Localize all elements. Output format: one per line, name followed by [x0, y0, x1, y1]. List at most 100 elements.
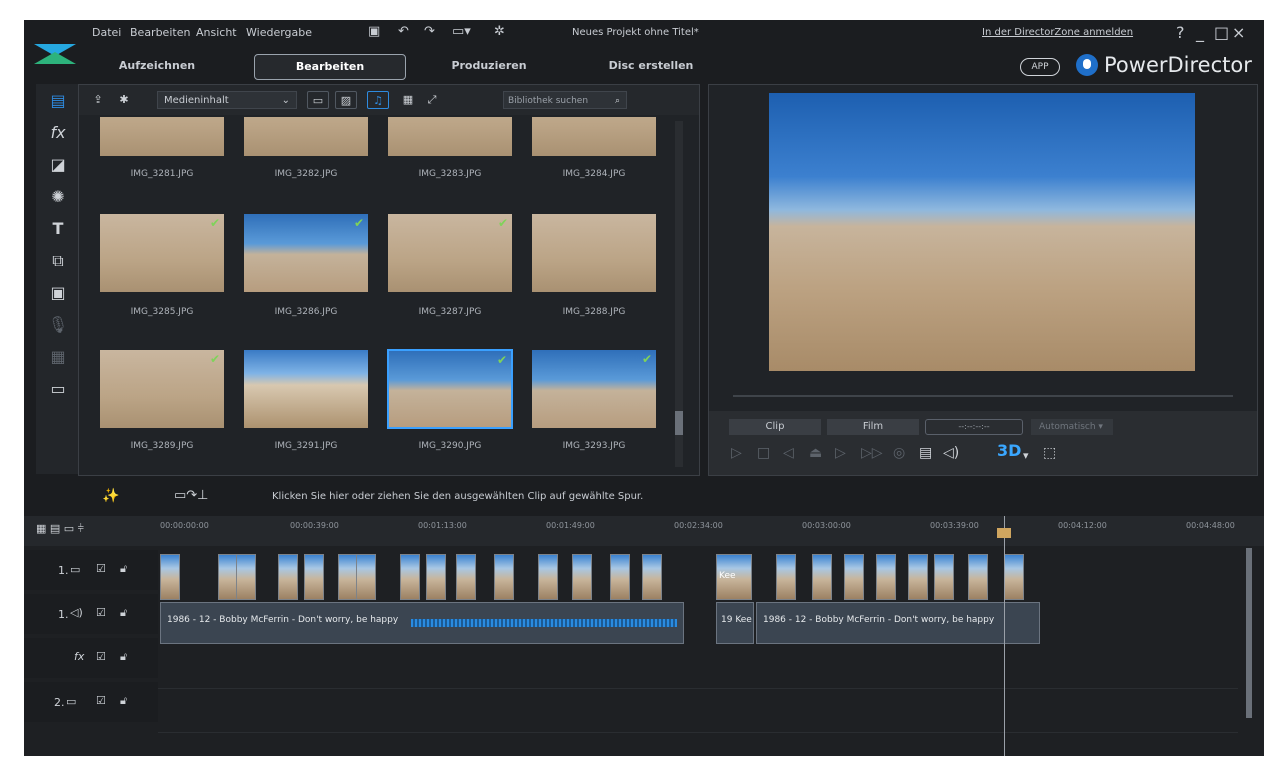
directorzone-login-link[interactable]: In der DirectorZone anmelden [982, 27, 1133, 38]
video-clip[interactable] [426, 554, 446, 600]
particle-room-icon[interactable]: ✺ [46, 186, 70, 208]
preview-tab-clip[interactable]: Clip [729, 419, 821, 435]
media-thumbnail[interactable] [531, 117, 657, 157]
video-clip[interactable] [304, 554, 324, 600]
title-room-icon[interactable]: T [46, 218, 70, 240]
library-scrollbar[interactable] [675, 121, 683, 467]
video-clip[interactable] [538, 554, 558, 600]
menu-playback[interactable]: Wiedergabe [246, 26, 312, 39]
close-button[interactable]: × [1232, 23, 1245, 42]
minimize-button[interactable]: _ [1196, 23, 1204, 42]
video-clip[interactable] [812, 554, 832, 600]
step-back-icon[interactable]: ⏏ [809, 445, 822, 461]
3d-mode-dropdown-icon[interactable]: ▾ [1023, 449, 1029, 462]
lock-icon[interactable]: 🔓︎ [120, 562, 127, 576]
track-enable-checkbox[interactable]: ☑ [96, 606, 106, 619]
3d-mode-icon[interactable]: 3D [997, 441, 1021, 460]
fast-forward-icon[interactable]: ▷▷ [861, 445, 883, 461]
media-thumbnail[interactable] [243, 117, 369, 157]
menu-file[interactable]: Datei [92, 26, 121, 39]
video-clip[interactable] [844, 554, 864, 600]
video-clip[interactable] [456, 554, 476, 600]
playhead-handle[interactable] [997, 528, 1011, 538]
undo-icon[interactable]: ↶ [398, 24, 409, 39]
filter-image-icon[interactable]: ▨ [335, 91, 357, 109]
effect-track-row[interactable] [158, 646, 1238, 689]
audio-clip[interactable]: 1986 - 12 - Bobby McFerrin - Don't worry… [160, 602, 684, 644]
track-enable-checkbox[interactable]: ☑ [96, 650, 106, 663]
plugins-icon[interactable]: ✱ [113, 91, 135, 109]
media-thumbnail[interactable]: ✔ [387, 349, 513, 429]
timeline-ruler[interactable]: ▦ ▤ ▭ ⫩ 00:00:00:00 00:00:39:00 00:01:13… [24, 516, 1264, 546]
audio-mixing-room-icon[interactable]: ▣ [46, 282, 70, 304]
video-track-row[interactable]: Kee [158, 550, 1238, 600]
menu-edit[interactable]: Bearbeiten [130, 26, 190, 39]
video-clip[interactable]: Kee [716, 554, 752, 600]
timecode-display[interactable]: --:--:--:-- [925, 419, 1023, 435]
timeline-scrollbar[interactable] [1246, 548, 1252, 718]
video-clip[interactable] [400, 554, 420, 600]
redo-icon[interactable]: ↷ [424, 24, 435, 39]
auto-select-dropdown[interactable]: Automatisch ▾ [1031, 419, 1113, 435]
tab-capture[interactable]: Aufzeichnen [82, 54, 232, 78]
search-icon[interactable]: ⌕ [615, 92, 620, 110]
stop-icon[interactable]: □ [757, 445, 770, 461]
media-thumbnail[interactable]: ✔ [99, 349, 225, 429]
tab-create-disc[interactable]: Disc erstellen [576, 54, 726, 78]
library-search-input[interactable]: Bibliothek suchen ⌕ [503, 91, 627, 109]
video-clip[interactable] [236, 554, 256, 600]
play-icon[interactable]: ▷ [731, 445, 742, 461]
display-icon[interactable]: ▭▾ [452, 24, 471, 39]
video-clip[interactable] [610, 554, 630, 600]
expand-icon[interactable]: ⤢ [421, 91, 443, 109]
media-thumbnail[interactable] [387, 117, 513, 157]
effect-room-icon[interactable]: fx [46, 122, 70, 144]
video-clip[interactable] [218, 554, 238, 600]
video-clip[interactable] [1004, 554, 1024, 600]
audio-clip[interactable]: 19 Kee [716, 602, 754, 644]
media-content-select[interactable]: Medieninhalt ⌄ [157, 91, 297, 109]
lock-icon[interactable]: 🔓︎ [120, 694, 127, 708]
timeline-view-icons[interactable]: ▦ ▤ ▭ ⫩ [36, 522, 84, 536]
volume-icon[interactable]: ◁) [943, 445, 959, 461]
video-clip[interactable] [160, 554, 180, 600]
track-enable-checkbox[interactable]: ☑ [96, 694, 106, 707]
audio-clip[interactable]: 1986 - 12 - Bobby McFerrin - Don't worry… [756, 602, 1040, 644]
transition-room-icon[interactable]: ⧉ [46, 250, 70, 272]
pip-room-icon[interactable]: ◪ [46, 154, 70, 176]
voiceover-room-icon[interactable]: 🎙 [46, 314, 70, 336]
settings-icon[interactable]: ✲ [494, 24, 505, 39]
tab-edit[interactable]: Bearbeiten [254, 54, 406, 80]
media-thumbnail[interactable] [243, 349, 369, 429]
video-clip[interactable] [968, 554, 988, 600]
video-clip[interactable] [356, 554, 376, 600]
video-clip[interactable] [494, 554, 514, 600]
track-enable-checkbox[interactable]: ☑ [96, 562, 106, 575]
media-thumbnail[interactable]: ✔ [387, 213, 513, 293]
timeline-mode-icon[interactable]: ▭↷⊥ [174, 488, 209, 503]
video-clip[interactable] [642, 554, 662, 600]
lock-icon[interactable]: 🔓︎ [120, 650, 127, 664]
video-clip[interactable] [934, 554, 954, 600]
filter-video-icon[interactable]: ▭ [307, 91, 329, 109]
scrollbar-thumb[interactable] [675, 411, 683, 435]
media-thumbnail[interactable]: ✔ [243, 213, 369, 293]
menu-view[interactable]: Ansicht [196, 26, 237, 39]
video-clip[interactable] [908, 554, 928, 600]
magic-tools-icon[interactable]: ✨ [102, 488, 119, 504]
video-clip[interactable] [876, 554, 896, 600]
app-badge[interactable]: APP [1020, 58, 1060, 76]
subtitle-toggle-icon[interactable]: ▤ [919, 445, 932, 461]
video-track-2-row[interactable] [158, 690, 1238, 733]
video-clip[interactable] [338, 554, 358, 600]
next-frame-icon[interactable]: ▷ [835, 445, 846, 461]
tab-produce[interactable]: Produzieren [414, 54, 564, 78]
maximize-button[interactable]: □ [1214, 23, 1229, 42]
lock-icon[interactable]: 🔓︎ [120, 606, 127, 620]
snapshot-icon[interactable]: ◎ [893, 445, 905, 461]
media-thumbnail[interactable] [99, 117, 225, 157]
save-icon[interactable]: ▣ [368, 24, 380, 39]
media-thumbnail[interactable] [531, 213, 657, 293]
playhead[interactable] [1004, 516, 1005, 756]
video-clip[interactable] [278, 554, 298, 600]
